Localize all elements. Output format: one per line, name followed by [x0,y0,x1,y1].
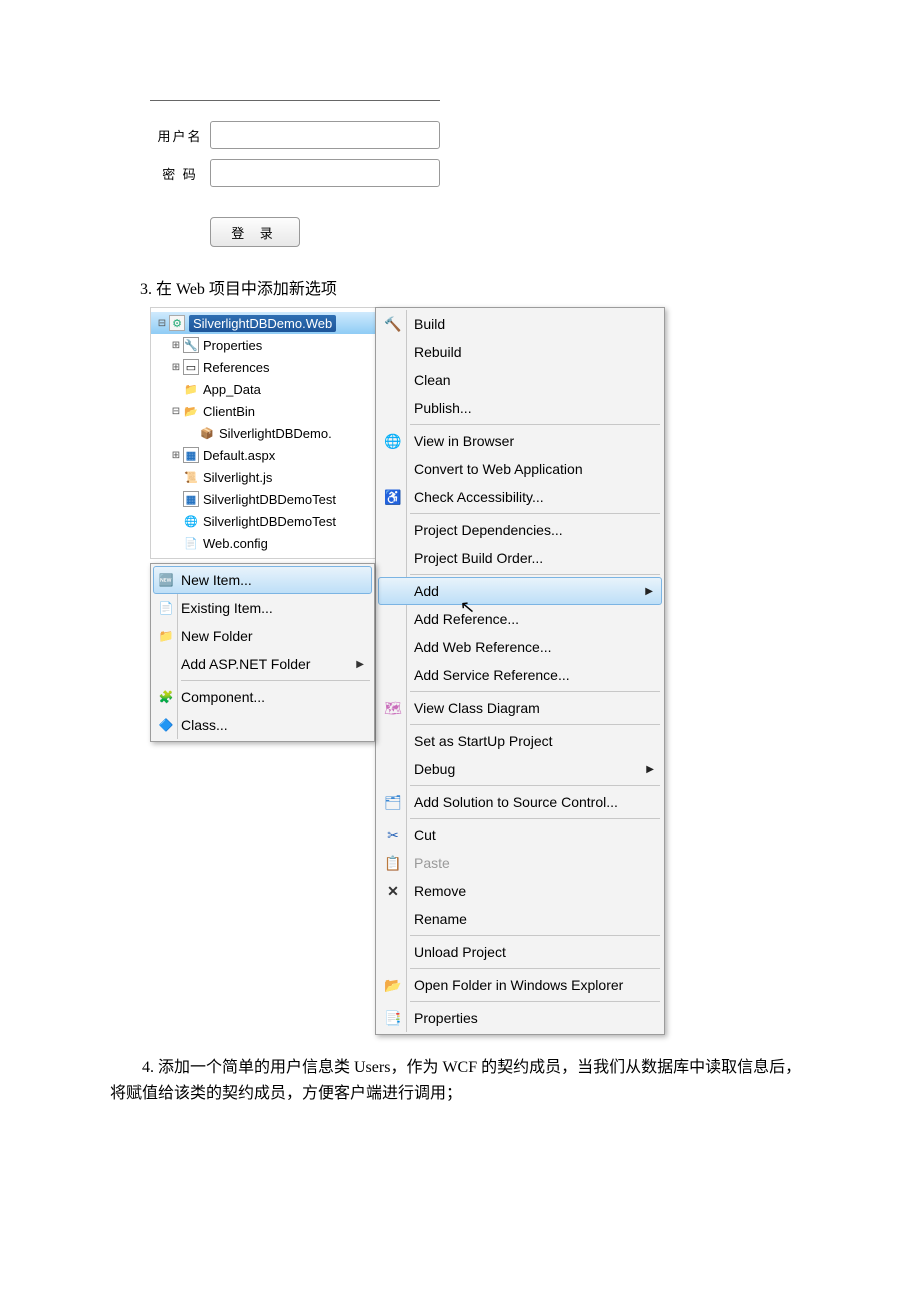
tree-row[interactable]: ⊞ ▭ References [151,356,375,378]
menu-accessibility[interactable]: ♿ Check Accessibility... [378,483,662,511]
tree-project-node[interactable]: ⊟ ⚙ SilverlightDBDemo.Web [151,312,375,334]
username-label: 用户名 [150,126,210,145]
aspx-icon: ▦ [183,491,199,507]
tree-row[interactable]: 📁 App_Data [151,378,375,400]
component-icon: 🧩 [157,688,175,706]
password-input[interactable] [210,159,440,187]
step3-text: 3. 在 Web 项目中添加新选项 [140,275,810,299]
new-item-icon: 🆕 [157,571,175,589]
menu-clean[interactable]: Clean [378,366,662,394]
tree-row[interactable]: ⊟ 📂 ClientBin [151,400,375,422]
chevron-right-icon: ▶ [645,586,653,597]
remove-icon: ✕ [384,882,402,900]
login-button[interactable]: 登 录 [210,217,300,247]
submenu-new-item[interactable]: 🆕 New Item... [153,566,372,594]
menu-add-web-reference[interactable]: Add Web Reference... [378,633,662,661]
browser-icon: 🌐 [384,432,402,450]
aspx-icon: ▦ [183,447,199,463]
menu-properties[interactable]: 📑 Properties [378,1004,662,1032]
menu-cut[interactable]: ✂ Cut [378,821,662,849]
tree-row[interactable]: ⊞ 🔧 Properties [151,334,375,356]
cut-icon: ✂ [384,826,402,844]
menu-rebuild[interactable]: Rebuild [378,338,662,366]
chevron-right-icon: ▶ [356,659,364,670]
open-folder-icon: 📂 [384,976,402,994]
submenu-existing-item[interactable]: 📄 Existing Item... [153,594,372,622]
submenu-component[interactable]: 🧩 Component... [153,683,372,711]
submenu-class[interactable]: 🔷 Class... [153,711,372,739]
add-submenu: 🆕 New Item... 📄 Existing Item... 📁 New F… [150,563,375,742]
login-form: 用户名 密 码 登 录 [150,100,440,247]
menu-add-reference[interactable]: Add Reference... [378,605,662,633]
tree-row[interactable]: 📜 Silverlight.js [151,466,375,488]
password-label: 密 码 [150,164,210,183]
submenu-aspnet-folder[interactable]: Add ASP.NET Folder ▶ [153,650,372,678]
menu-convert[interactable]: Convert to Web Application [378,455,662,483]
class-diagram-icon: 🗺 [384,699,402,717]
menu-open-folder[interactable]: 📂 Open Folder in Windows Explorer [378,971,662,999]
js-icon: 📜 [183,469,199,485]
menu-build[interactable]: 🔨 Build [378,310,662,338]
menu-rename[interactable]: Rename [378,905,662,933]
folder-open-icon: 📂 [183,403,199,419]
chevron-right-icon: ▶ [646,764,654,775]
submenu-new-folder[interactable]: 📁 New Folder [153,622,372,650]
class-icon: 🔷 [157,716,175,734]
menu-build-order[interactable]: Project Build Order... [378,544,662,572]
project-icon: ⚙ [169,315,185,331]
menu-debug[interactable]: Debug ▶ [378,755,662,783]
html-icon: 🌐 [183,513,199,529]
paste-icon: 📋 [384,854,402,872]
username-input[interactable] [210,121,440,149]
menu-add[interactable]: Add ▶ [378,577,662,605]
menu-remove[interactable]: ✕ Remove [378,877,662,905]
menu-source-control[interactable]: 🗂 Add Solution to Source Control... [378,788,662,816]
context-menu: 🔨 Build Rebuild Clean Publish... 🌐 View … [375,307,665,1035]
properties-icon: 📑 [384,1009,402,1027]
menu-publish[interactable]: Publish... [378,394,662,422]
menu-view-browser[interactable]: 🌐 View in Browser [378,427,662,455]
menu-class-diagram[interactable]: 🗺 View Class Diagram [378,694,662,722]
solution-tree: ⊟ ⚙ SilverlightDBDemo.Web ⊞ 🔧 Properties… [150,307,375,559]
ide-screenshot: www.bdocx.com ⊟ ⚙ SilverlightDBDemo.Web … [150,307,810,1035]
source-control-icon: 🗂 [384,793,402,811]
properties-icon: 🔧 [183,337,199,353]
new-folder-icon: 📁 [157,627,175,645]
mouse-cursor-icon: ↖ [459,596,476,618]
xap-icon: 📦 [199,425,215,441]
menu-add-service-reference[interactable]: Add Service Reference... [378,661,662,689]
existing-item-icon: 📄 [157,599,175,617]
menu-paste: 📋 Paste [378,849,662,877]
tree-row[interactable]: ▦ SilverlightDBDemoTest [151,488,375,510]
folder-icon: 📁 [183,381,199,397]
tree-row[interactable]: 📦 SilverlightDBDemo. [151,422,375,444]
accessibility-icon: ♿ [384,488,402,506]
menu-startup[interactable]: Set as StartUp Project [378,727,662,755]
tree-row[interactable]: 📄 Web.config [151,532,375,554]
tree-row[interactable]: ⊞ ▦ Default.aspx [151,444,375,466]
menu-project-deps[interactable]: Project Dependencies... [378,516,662,544]
menu-unload[interactable]: Unload Project [378,938,662,966]
references-icon: ▭ [183,359,199,375]
config-icon: 📄 [183,535,199,551]
step4-text: 4. 添加一个简单的用户信息类 Users，作为 WCF 的契约成员，当我们从数… [110,1055,810,1106]
build-icon: 🔨 [384,315,402,333]
tree-row[interactable]: 🌐 SilverlightDBDemoTest [151,510,375,532]
